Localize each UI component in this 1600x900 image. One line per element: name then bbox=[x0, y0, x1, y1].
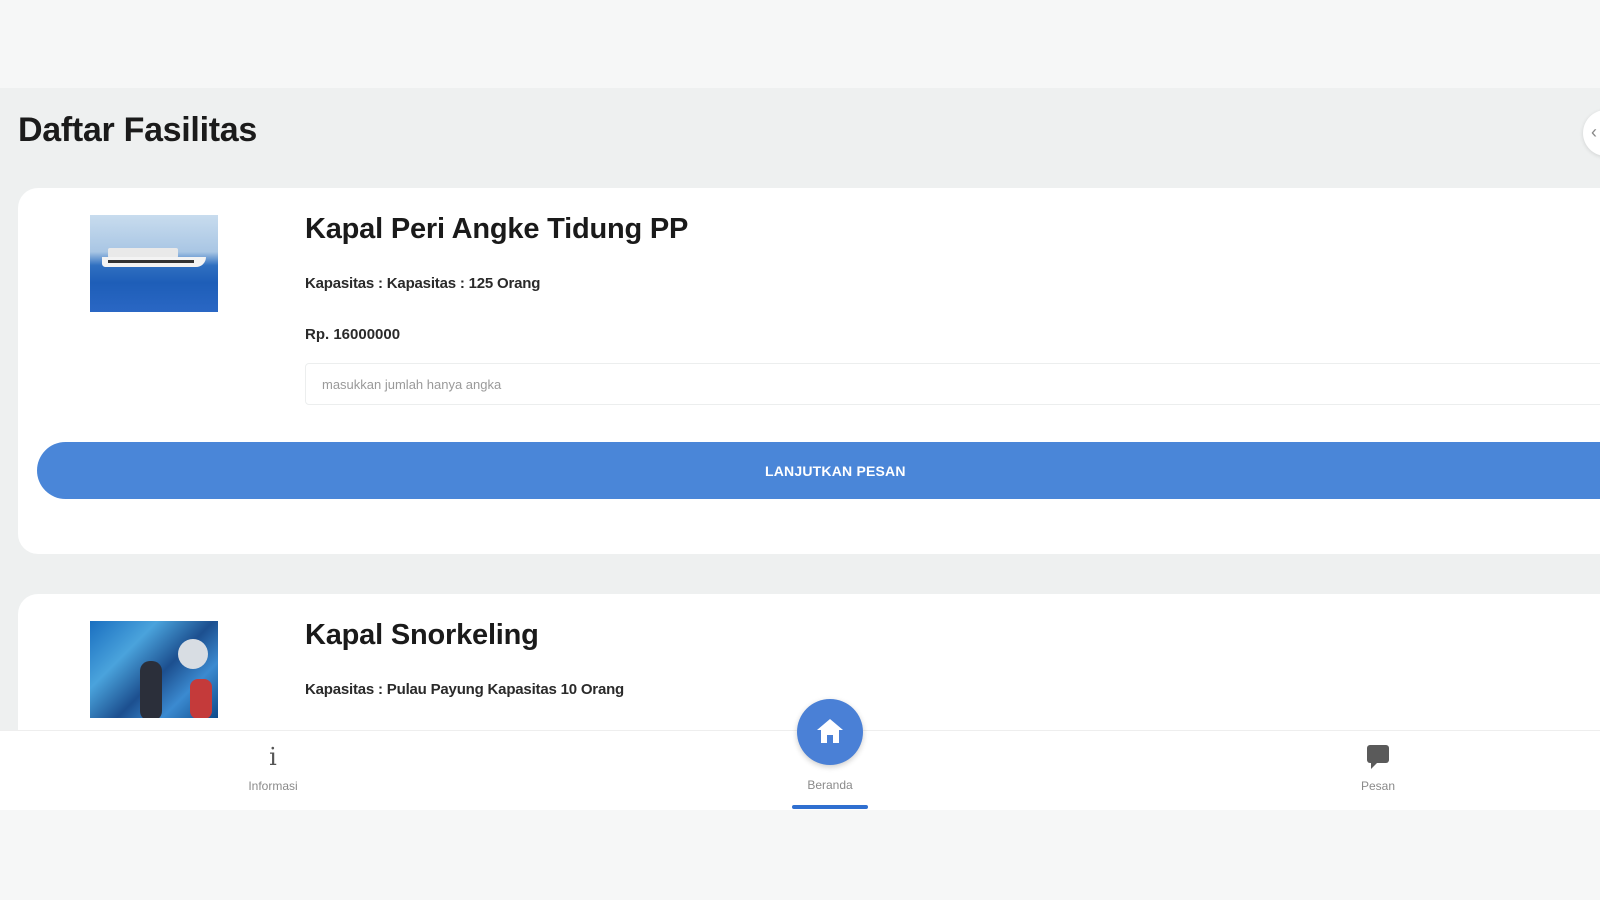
snorkeling-photo bbox=[90, 621, 218, 718]
facility-list-screen: Daftar Fasilitas ‹ Kapal Peri Angke Tidu… bbox=[0, 88, 1600, 730]
home-button[interactable] bbox=[797, 699, 863, 765]
facility-name: Kapal Peri Angke Tidung PP bbox=[305, 213, 689, 245]
facility-capacity: Kapasitas : Kapasitas : 125 Orang bbox=[305, 275, 541, 292]
chevron-left-icon: ‹ bbox=[1591, 122, 1597, 142]
active-tab-indicator bbox=[792, 805, 868, 809]
info-icon: i bbox=[269, 743, 277, 771]
footer-area bbox=[0, 810, 1600, 900]
nav-item-informasi[interactable]: i Informasi bbox=[183, 731, 363, 811]
facility-name: Kapal Snorkeling bbox=[305, 619, 539, 651]
page-title: Daftar Fasilitas bbox=[18, 111, 257, 149]
quantity-input[interactable] bbox=[305, 363, 1600, 405]
ferry-photo bbox=[90, 215, 218, 312]
nav-label: Pesan bbox=[1360, 779, 1396, 793]
facility-card: Kapal Peri Angke Tidung PP Kapasitas : K… bbox=[18, 188, 1600, 554]
chat-icon bbox=[1367, 745, 1389, 769]
side-action-button[interactable]: ‹ bbox=[1583, 110, 1600, 156]
status-area bbox=[0, 0, 1600, 88]
facility-capacity: Kapasitas : Pulau Payung Kapasitas 10 Or… bbox=[305, 681, 625, 698]
home-icon bbox=[817, 719, 843, 743]
continue-order-button[interactable]: LANJUTKAN PESAN bbox=[37, 442, 1600, 499]
nav-item-beranda[interactable]: Beranda bbox=[740, 778, 920, 792]
nav-item-pesan[interactable]: Pesan bbox=[1288, 731, 1468, 811]
nav-label: Informasi bbox=[248, 779, 298, 793]
facility-price: Rp. 16000000 bbox=[305, 326, 401, 343]
